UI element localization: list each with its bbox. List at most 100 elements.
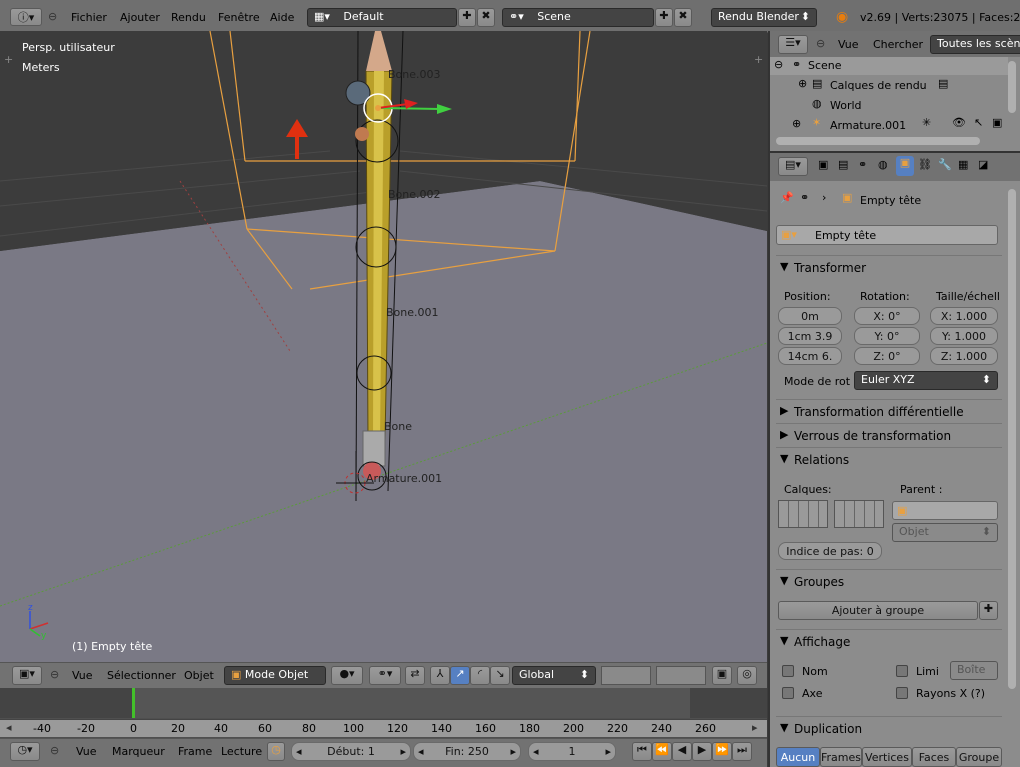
- jump-end-button[interactable]: ⏭: [732, 742, 752, 761]
- object-layers-b[interactable]: [834, 500, 884, 528]
- object-layers-a[interactable]: [778, 500, 828, 528]
- render-preview-button[interactable]: ◎: [737, 666, 757, 685]
- texture-tab-icon[interactable]: ▦: [958, 158, 968, 171]
- object-name-field[interactable]: ▣▾ Empty tête: [776, 225, 998, 245]
- outliner-row-render-layers[interactable]: ⊕ ▤ Calques de rendu ▤: [770, 75, 1008, 95]
- current-frame-marker[interactable]: [132, 688, 135, 718]
- bounds-checkbox[interactable]: [896, 665, 908, 677]
- camera-tab-icon[interactable]: ▣: [818, 158, 828, 171]
- rotation-z-field[interactable]: Z: 0°: [854, 347, 920, 365]
- menu-ajouter[interactable]: Ajouter: [120, 11, 160, 24]
- info-editor-button[interactable]: ⓘ▾: [10, 8, 42, 26]
- dupli-faces-tab[interactable]: Faces: [912, 747, 956, 767]
- shading-dropdown[interactable]: ●▾: [331, 666, 363, 685]
- collapse-timeline-icon[interactable]: ⊖: [50, 744, 59, 757]
- transform-locks-header[interactable]: ▶ Verrous de transformation: [776, 423, 1002, 445]
- menu-aide[interactable]: Aide: [270, 11, 294, 24]
- viewport-menu-vue[interactable]: Vue: [72, 669, 93, 682]
- viewport-menu-select[interactable]: Sélectionner: [107, 669, 176, 682]
- outliner-editor-type-button[interactable]: ☰▾: [778, 35, 808, 54]
- dupli-none-tab[interactable]: Aucun: [776, 747, 820, 767]
- camera-render-icon[interactable]: ▣: [992, 116, 1002, 129]
- cursor-select-icon[interactable]: ↖: [974, 116, 983, 129]
- dupli-vertices-tab[interactable]: Vertices: [862, 747, 912, 767]
- start-frame-field[interactable]: ◂ Début: 1 ▸: [291, 742, 411, 761]
- eye-icon[interactable]: 👁: [952, 116, 966, 129]
- add-scene-button[interactable]: ✚: [655, 8, 673, 27]
- new-group-button[interactable]: ✚: [979, 601, 998, 620]
- outliner-scrollbar[interactable]: [1008, 61, 1016, 113]
- display-panel-header[interactable]: ▼ Affichage: [776, 629, 1002, 651]
- location-y-field[interactable]: 1cm 3.9: [778, 327, 842, 345]
- physics-tab-icon[interactable]: ◪: [978, 158, 988, 171]
- expand-toggle-icon[interactable]: ⊖: [774, 58, 783, 71]
- timeline-editor-type-button[interactable]: ◷▾: [10, 742, 40, 761]
- render-engine-dropdown[interactable]: Rendu Blender ⬍: [711, 8, 817, 27]
- jump-keyframe-back-button[interactable]: ⏪: [652, 742, 672, 761]
- screen-layout-dropdown[interactable]: ▦▾ Default: [307, 8, 457, 27]
- outliner-row-scene[interactable]: ⊖ ⚭ Scene: [770, 57, 1008, 75]
- outliner-filter-dropdown[interactable]: Toutes les scènes: [930, 35, 1020, 54]
- render-layers-tab-icon[interactable]: ▤: [838, 158, 848, 171]
- menu-fichier[interactable]: Fichier: [71, 11, 107, 24]
- groups-panel-header[interactable]: ▼ Groupes: [776, 569, 1002, 591]
- jump-keyframe-forward-button[interactable]: ⏩: [712, 742, 732, 761]
- constraints-tab-icon[interactable]: ⛓: [918, 158, 932, 171]
- outliner-row-armature[interactable]: ⊕ ✶ Armature.001 ✳ 👁 ↖ ▣: [770, 115, 1008, 135]
- viewport-3d[interactable]: z y Persp. utilisateur Meters + + Bone.0…: [0, 31, 767, 662]
- timeline-ruler[interactable]: ◂ -40 -20 0 20 40 60 80 100 120 140 160 …: [0, 719, 767, 737]
- dupli-group-tab[interactable]: Groupe: [956, 747, 1002, 767]
- parent-type-dropdown[interactable]: Objet ⬍: [892, 523, 998, 542]
- timeline-menu-vue[interactable]: Vue: [76, 745, 97, 758]
- parent-field[interactable]: ▣: [892, 501, 998, 520]
- viewport-menu-objet[interactable]: Objet: [184, 669, 214, 682]
- menu-rendu[interactable]: Rendu: [171, 11, 206, 24]
- add-to-group-button[interactable]: Ajouter à groupe: [778, 601, 978, 620]
- mode-dropdown[interactable]: ▣ Mode Objet: [224, 666, 326, 685]
- name-checkbox[interactable]: [782, 665, 794, 677]
- translate-button[interactable]: ↗: [450, 666, 470, 685]
- pin-icon[interactable]: 📌: [780, 191, 794, 204]
- collapse-menus-icon[interactable]: ⊖: [48, 10, 57, 23]
- timeline-area[interactable]: ◂ -40 -20 0 20 40 60 80 100 120 140 160 …: [0, 688, 767, 738]
- add-layout-button[interactable]: ✚: [458, 8, 476, 27]
- layer-buttons-b[interactable]: [656, 666, 706, 685]
- pivot-dropdown[interactable]: ⚭▾: [369, 666, 401, 685]
- properties-scrollbar[interactable]: [1008, 189, 1016, 689]
- viewport-corner-plus-icon[interactable]: +: [4, 53, 13, 66]
- rotation-mode-dropdown[interactable]: Euler XYZ ⬍: [854, 371, 998, 390]
- rotation-y-field[interactable]: Y: 0°: [854, 327, 920, 345]
- collapse-outliner-icon[interactable]: ⊖: [816, 37, 825, 50]
- ruler-scroll-left-icon[interactable]: ◂: [6, 721, 12, 734]
- current-frame-field[interactable]: ◂ 1 ▸: [528, 742, 616, 761]
- jump-start-button[interactable]: ⏮: [632, 742, 652, 761]
- scale-y-field[interactable]: Y: 1.000: [930, 327, 998, 345]
- location-x-field[interactable]: 0m: [778, 307, 842, 325]
- timeline-menu-marqueur[interactable]: Marqueur: [112, 745, 165, 758]
- editor-type-button[interactable]: ▣▾: [12, 666, 42, 685]
- axis-checkbox[interactable]: [782, 687, 794, 699]
- world-tab-icon[interactable]: ◍: [878, 158, 888, 171]
- lock-layers-button[interactable]: ▣: [712, 666, 732, 685]
- outliner-menu-chercher[interactable]: Chercher: [873, 38, 923, 51]
- outliner-row-world[interactable]: ◍ World: [770, 95, 1008, 115]
- scale-x-field[interactable]: X: 1.000: [930, 307, 998, 325]
- manipulator-toggle[interactable]: ⇄: [405, 666, 425, 685]
- modifiers-tab-icon[interactable]: 🔧: [938, 158, 952, 171]
- expand-toggle-icon[interactable]: ⊕: [792, 117, 801, 130]
- viewport-corner-plus-right-icon[interactable]: +: [754, 53, 763, 66]
- bounds-type-dropdown[interactable]: Boîte: [950, 661, 998, 680]
- dupli-frames-tab[interactable]: Frames: [820, 747, 862, 767]
- scale-button[interactable]: ↘: [490, 666, 510, 685]
- remove-scene-button[interactable]: ✖: [674, 8, 692, 27]
- orientation-dropdown[interactable]: Global ⬍: [512, 666, 596, 685]
- pose-icon[interactable]: ✳: [922, 116, 931, 129]
- play-button[interactable]: ▶: [692, 742, 712, 761]
- play-reverse-button[interactable]: ◀: [672, 742, 692, 761]
- object-tab-icon[interactable]: ▣: [896, 156, 914, 176]
- outliner-h-scrollbar[interactable]: [776, 137, 980, 145]
- scale-z-field[interactable]: Z: 1.000: [930, 347, 998, 365]
- expand-toggle-icon[interactable]: ⊕: [798, 77, 807, 90]
- pass-index-field[interactable]: Indice de pas: 0: [778, 542, 882, 560]
- xray-checkbox[interactable]: [896, 687, 908, 699]
